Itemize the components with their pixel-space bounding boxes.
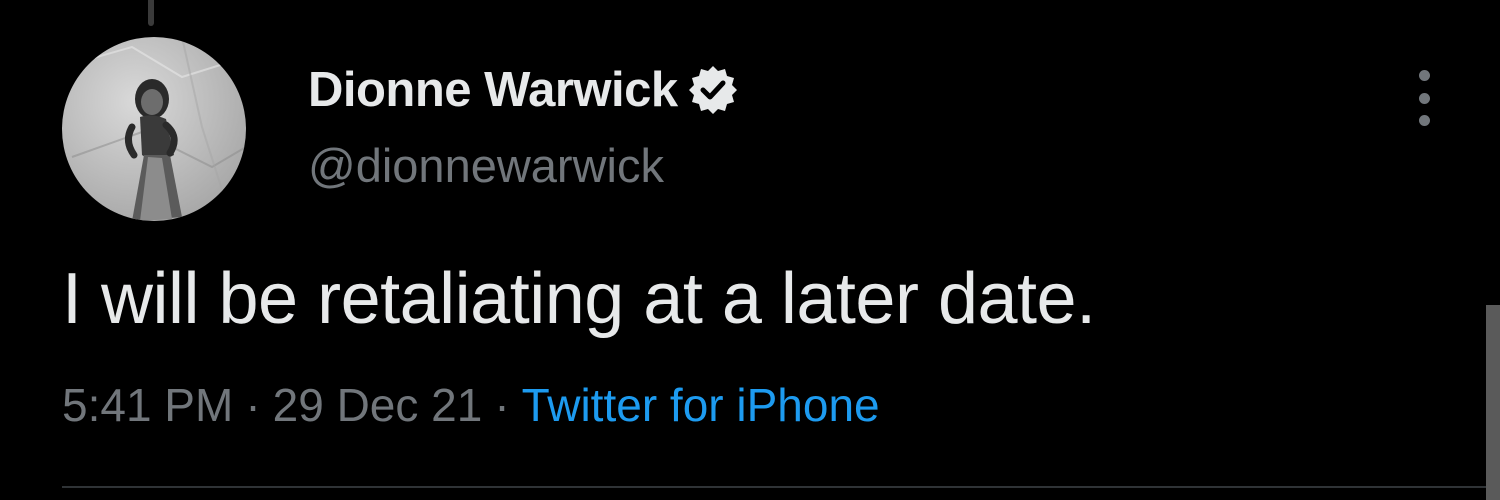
verified-badge-icon — [688, 65, 738, 115]
divider — [62, 486, 1500, 488]
tweet-source-link[interactable]: Twitter for iPhone — [522, 380, 880, 431]
avatar[interactable] — [62, 37, 246, 221]
tweet-detail: Dionne Warwick @dionnewarwick I will be … — [0, 0, 1500, 500]
tweet-metadata: 5:41 PM · 29 Dec 21 · Twitter for iPhone — [62, 380, 880, 431]
separator-dot: · — [494, 379, 510, 431]
more-vertical-icon — [1418, 70, 1430, 81]
scrollbar[interactable] — [1486, 305, 1500, 500]
more-options-button[interactable] — [1404, 70, 1444, 126]
more-dot — [1418, 92, 1430, 104]
separator-dot: · — [245, 379, 261, 431]
avatar-photo-icon — [62, 37, 246, 221]
tweet-date[interactable]: 29 Dec 21 — [273, 380, 483, 431]
thread-connector-line — [148, 0, 154, 26]
author-display-name[interactable]: Dionne Warwick — [308, 65, 678, 115]
tweet-text: I will be retaliating at a later date. — [62, 259, 1096, 339]
author-handle[interactable]: @dionnewarwick — [308, 140, 664, 192]
tweet-time[interactable]: 5:41 PM — [62, 380, 233, 431]
author-name-row[interactable]: Dionne Warwick — [308, 58, 738, 122]
more-dot — [1418, 115, 1430, 126]
